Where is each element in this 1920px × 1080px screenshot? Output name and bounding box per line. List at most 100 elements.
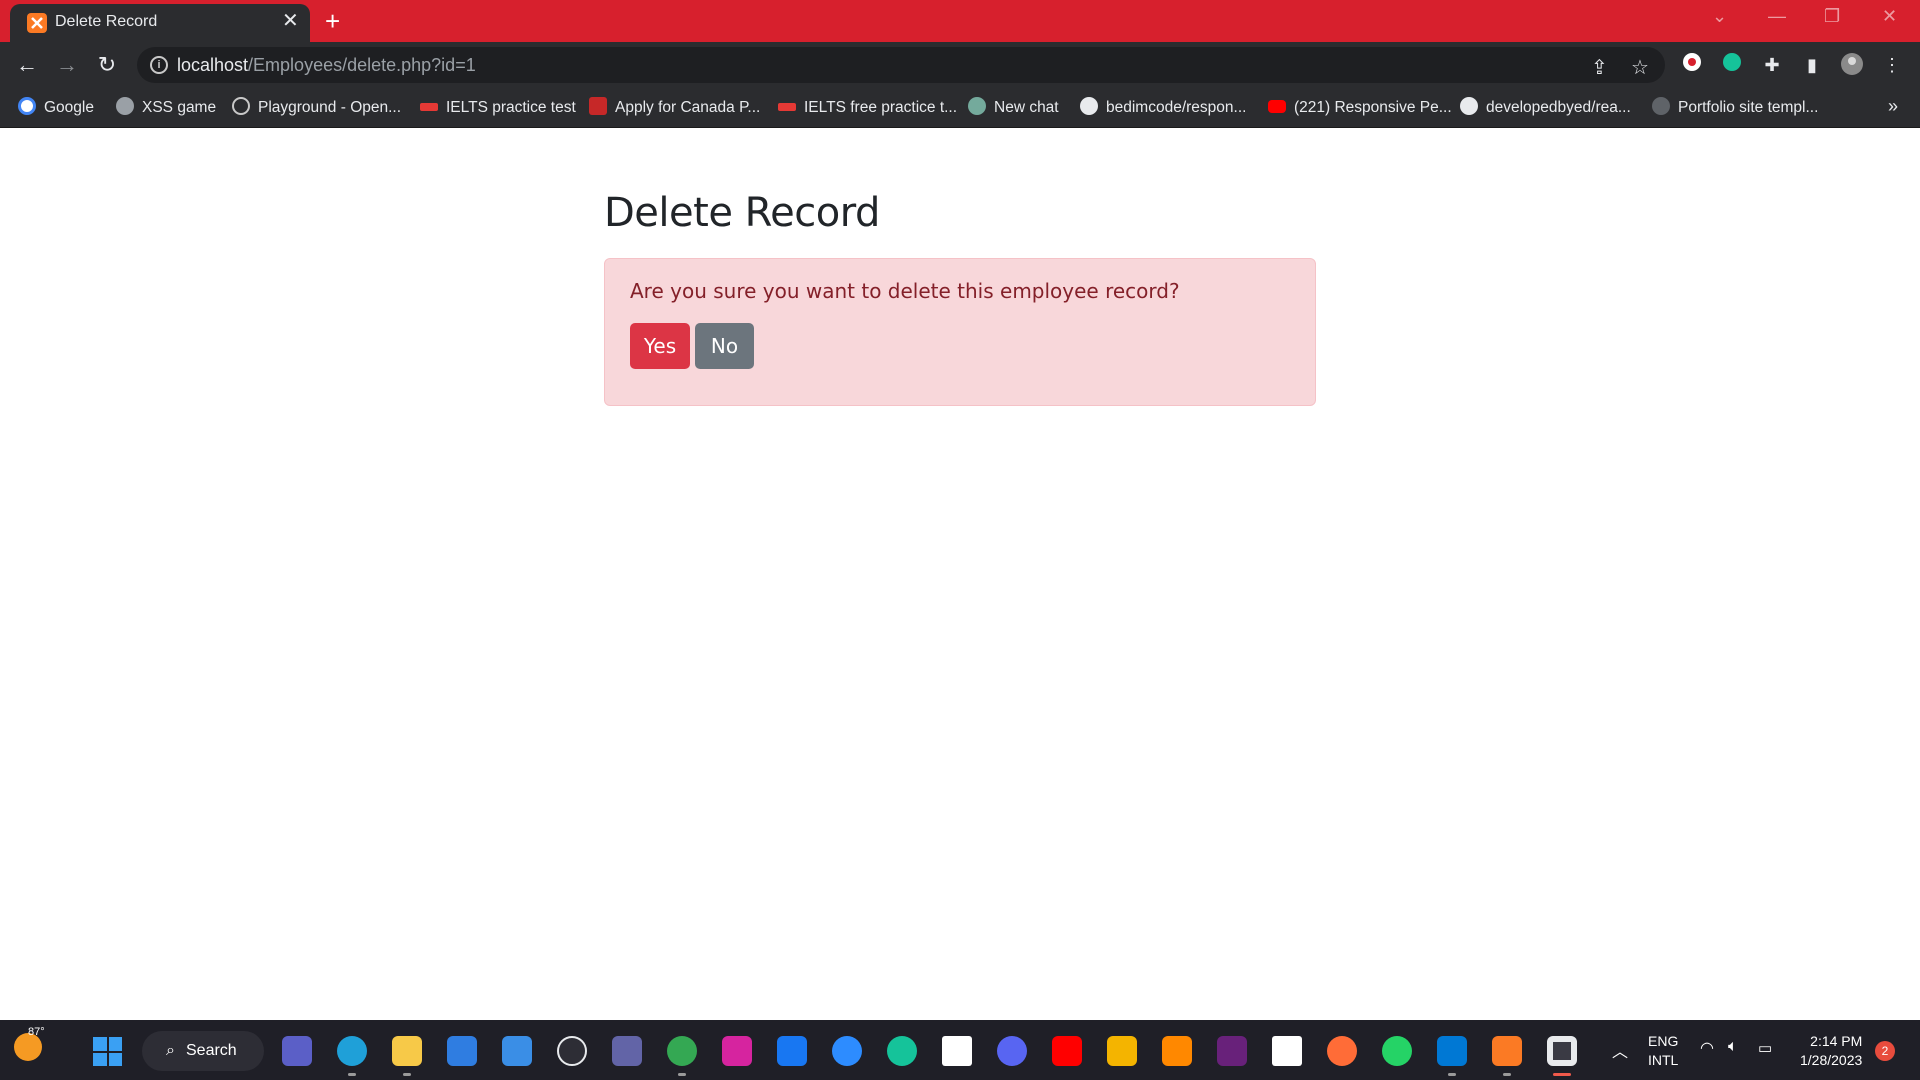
chrome-icon[interactable] xyxy=(667,1036,697,1066)
bookmark-label: New chat xyxy=(994,99,1059,116)
bookmark-ielts-free[interactable]: IELTS free practice t... xyxy=(778,96,957,120)
bookmark-bedimcode[interactable]: bedimcode/respon... xyxy=(1080,96,1246,120)
bookmark-label: Portfolio site templ... xyxy=(1678,99,1819,116)
bookmark-google[interactable]: Google xyxy=(18,96,94,120)
xampp-favicon-icon xyxy=(27,13,47,33)
dell-icon[interactable] xyxy=(557,1036,587,1066)
browser-tab-active[interactable]: Delete Record ✕ xyxy=(10,4,310,42)
clock-time: 2:14 PM xyxy=(1810,1033,1863,1049)
shield-icon xyxy=(589,97,607,115)
yes-button[interactable]: Yes xyxy=(630,323,690,369)
restore-icon[interactable]: ❐ xyxy=(1824,6,1840,27)
bookmark-portfolio[interactable]: Portfolio site templ... xyxy=(1652,96,1818,120)
taskbar-clock[interactable]: 2:14 PM 1/28/2023 xyxy=(1800,1032,1862,1070)
no-button[interactable]: No xyxy=(695,323,754,369)
github-icon xyxy=(1460,97,1478,115)
bookmark-label: bedimcode/respon... xyxy=(1106,99,1247,116)
bookmark-ielts-practice[interactable]: IELTS practice test xyxy=(420,96,576,120)
globe-icon xyxy=(1652,97,1670,115)
facebook-icon[interactable] xyxy=(777,1036,807,1066)
youtube-icon[interactable] xyxy=(1052,1036,1082,1066)
share-icon[interactable]: ⇪ xyxy=(1591,55,1608,80)
visual-studio-icon[interactable] xyxy=(1217,1036,1247,1066)
start-menu-icon[interactable] xyxy=(93,1037,122,1066)
google-icon xyxy=(18,97,36,115)
bookmark-label: IELTS free practice t... xyxy=(804,99,958,116)
tab-close-icon[interactable]: ✕ xyxy=(282,9,299,33)
confirm-message: Are you sure you want to delete this emp… xyxy=(630,279,1180,303)
store-icon[interactable] xyxy=(447,1036,477,1066)
taskbar-search-button[interactable]: ⌕ Search xyxy=(142,1031,264,1071)
xampp-icon[interactable] xyxy=(1492,1036,1522,1066)
window-close-icon[interactable]: ✕ xyxy=(1882,6,1897,27)
battery-icon[interactable]: ▭ xyxy=(1758,1039,1772,1057)
file-explorer-icon[interactable] xyxy=(392,1036,422,1066)
wikipedia-icon[interactable] xyxy=(1272,1036,1302,1066)
vlc-icon[interactable] xyxy=(1162,1036,1192,1066)
bookmark-canada[interactable]: Apply for Canada P... xyxy=(589,96,760,120)
address-bar[interactable]: i localhost/Employees/delete.php?id=1 ⇪ … xyxy=(137,47,1665,83)
globe-icon xyxy=(116,97,134,115)
browser-menu-icon[interactable]: ⋮ xyxy=(1879,52,1905,78)
lt-icon[interactable] xyxy=(942,1036,972,1066)
minimize-icon[interactable]: — xyxy=(1768,6,1786,27)
bookmark-label: Playground - Open... xyxy=(258,99,402,116)
back-arrow-icon[interactable]: ← xyxy=(13,51,41,79)
notification-badge[interactable]: 2 xyxy=(1875,1041,1895,1061)
edge-icon[interactable] xyxy=(337,1036,367,1066)
postman-icon[interactable] xyxy=(1327,1036,1357,1066)
browser-titlebar: Delete Record ✕ + ⌄ — ❐ ✕ xyxy=(0,0,1920,42)
zoom-icon[interactable] xyxy=(832,1036,862,1066)
bookmark-label: IELTS practice test xyxy=(446,99,576,116)
bookmark-label: Google xyxy=(44,99,94,116)
tab-search-chevron-icon[interactable]: ⌄ xyxy=(1712,6,1727,27)
extensions-puzzle-icon[interactable]: ✚ xyxy=(1759,52,1785,78)
openai-icon xyxy=(968,97,986,115)
tab-title: Delete Record xyxy=(55,13,158,30)
teams-icon[interactable] xyxy=(612,1036,642,1066)
language-layout: INTL xyxy=(1648,1052,1679,1068)
bookmark-playground[interactable]: Playground - Open... xyxy=(232,96,401,120)
bookmark-label: Apply for Canada P... xyxy=(615,99,761,116)
bookmark-xss-game[interactable]: XSS game xyxy=(116,96,216,120)
tray-overflow-chevron-icon[interactable]: ︿ xyxy=(1612,1038,1628,1062)
openai-icon xyxy=(232,97,250,115)
whatsapp-icon[interactable] xyxy=(1382,1036,1412,1066)
profile-avatar[interactable] xyxy=(1839,52,1865,78)
input-language-indicator[interactable]: ENG INTL xyxy=(1648,1032,1678,1070)
bookmark-star-icon[interactable]: ☆ xyxy=(1631,55,1649,80)
windows-taskbar: 87° ⌕ Search ︿ ENG INTL ◠ 🔈︎ ▭ 2:14 PM 1… xyxy=(0,1020,1920,1080)
browser-toolbar: ← → ↻ i localhost/Employees/delete.php?i… xyxy=(0,42,1920,88)
reload-icon[interactable]: ↻ xyxy=(93,51,121,79)
snipping-tool-icon[interactable] xyxy=(1547,1036,1577,1066)
mail-icon[interactable] xyxy=(502,1036,532,1066)
bookmark-developedbyed[interactable]: developedbyed/rea... xyxy=(1460,96,1631,120)
page-title: Delete Record xyxy=(604,190,880,236)
ielts-icon xyxy=(420,103,438,111)
discord-icon[interactable] xyxy=(997,1036,1027,1066)
instagram-icon[interactable] xyxy=(722,1036,752,1066)
zoom-meet-icon[interactable] xyxy=(282,1036,312,1066)
site-info-icon[interactable]: i xyxy=(150,56,168,74)
bookmark-label: developedbyed/rea... xyxy=(1486,99,1631,116)
record-extension-icon[interactable] xyxy=(1679,52,1705,78)
grammarly-extension-icon[interactable] xyxy=(1719,52,1745,78)
bookmark-new-chat[interactable]: New chat xyxy=(968,96,1059,120)
forward-arrow-icon[interactable]: → xyxy=(53,51,81,79)
running-indicator xyxy=(403,1073,411,1076)
new-tab-button[interactable]: + xyxy=(325,7,340,35)
bookmark-youtube[interactable]: (221) Responsive Pe... xyxy=(1268,96,1452,120)
side-panel-icon[interactable]: ▮ xyxy=(1799,52,1825,78)
youtube-icon xyxy=(1268,100,1286,113)
weather-temperature: 87° xyxy=(28,1026,45,1038)
vscode-icon[interactable] xyxy=(1437,1036,1467,1066)
wifi-icon[interactable]: ◠ xyxy=(1700,1038,1714,1058)
address-url[interactable]: localhost/Employees/delete.php?id=1 xyxy=(177,55,476,76)
bookmarks-overflow-icon[interactable]: » xyxy=(1888,96,1898,117)
github-icon xyxy=(1080,97,1098,115)
volume-icon[interactable]: 🔈︎ xyxy=(1728,1038,1738,1056)
grammarly-icon[interactable] xyxy=(887,1036,917,1066)
bookmark-label: (221) Responsive Pe... xyxy=(1294,99,1452,116)
delete-confirm-alert: Are you sure you want to delete this emp… xyxy=(604,258,1316,406)
vpn-icon[interactable] xyxy=(1107,1036,1137,1066)
